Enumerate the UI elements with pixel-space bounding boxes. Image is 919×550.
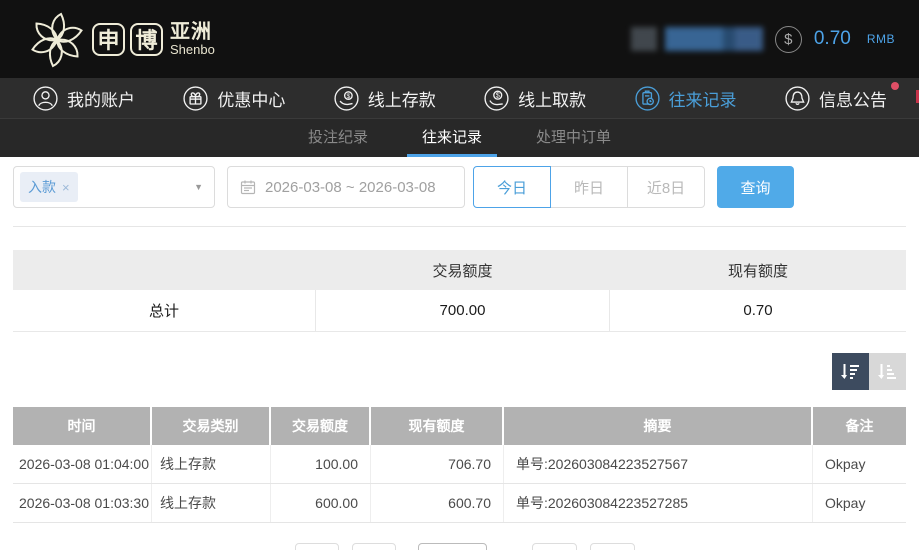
balance-amount: 0.70: [814, 28, 851, 50]
balance-coin-icon: $: [775, 26, 802, 53]
summary-table: 交易额度 现有额度 总计 700.00 0.70: [13, 250, 906, 332]
tag-label: 入款: [28, 177, 56, 197]
search-button[interactable]: 查询: [717, 166, 794, 208]
pagination-first-button[interactable]: [295, 543, 339, 550]
selected-type-tag: 入款 ×: [20, 172, 78, 202]
summary-header-row: 交易额度 现有额度: [13, 250, 906, 290]
cell-time: 2026-03-08 01:03:30: [13, 484, 152, 522]
table-row: 2026-03-08 01:04:00 线上存款 100.00 706.70 单…: [13, 445, 906, 484]
tab-bet-records[interactable]: 投注纪录: [293, 119, 383, 157]
col-header-summary: 摘要: [504, 407, 813, 445]
last-8-days-button[interactable]: 近8日: [627, 166, 705, 208]
col-header-balance: 现有额度: [371, 407, 504, 445]
date-range-input[interactable]: 2026-03-08 ~ 2026-03-08: [227, 166, 465, 208]
cell-note: Okpay: [813, 484, 906, 522]
sort-descending-button[interactable]: [832, 353, 869, 390]
flower-logo-icon: [30, 10, 84, 68]
balance-currency: RMB: [867, 32, 895, 46]
sort-asc-icon: [877, 361, 899, 383]
cell-amount: 100.00: [271, 445, 371, 483]
cell-note: Okpay: [813, 445, 906, 483]
notification-dot: [891, 82, 899, 90]
pagination-next-button[interactable]: [532, 543, 577, 550]
nav-item-transactions[interactable]: 往来记录: [634, 85, 737, 112]
nav-item-my-account[interactable]: 我的账户: [32, 85, 135, 112]
cell-balance: 706.70: [371, 445, 504, 483]
summary-header-transaction: 交易额度: [315, 250, 610, 290]
brand-subtitle: Shenbo: [170, 43, 215, 57]
tab-pending-orders[interactable]: 处理中订单: [521, 119, 626, 157]
summary-total-row: 总计 700.00 0.70: [13, 290, 906, 332]
account-area: $ 0.70 RMB: [631, 26, 895, 53]
pagination-page-select[interactable]: [418, 543, 487, 550]
nav-label: 优惠中心: [217, 86, 285, 111]
records-table: 时间 交易类别 交易额度 现有额度 摘要 备注 2026-03-08 01:04…: [13, 407, 906, 523]
filter-bar: 入款 × ▼ 2026-03-08 ~ 2026-03-08 今日 昨日 近8日…: [13, 166, 906, 208]
col-header-amount: 交易额度: [271, 407, 371, 445]
section-divider: [13, 226, 906, 227]
deposit-icon: $: [333, 85, 360, 112]
nav-label: 往来记录: [669, 86, 737, 111]
withdraw-icon: $: [483, 85, 510, 112]
pagination-prev-button[interactable]: [352, 543, 396, 550]
sort-ascending-button[interactable]: [869, 353, 906, 390]
chevron-down-icon: ▼: [194, 182, 203, 192]
pagination-last-button[interactable]: [590, 543, 635, 550]
nav-item-announcements[interactable]: 信息公告: [784, 85, 887, 112]
table-row: 2026-03-08 01:03:30 线上存款 600.00 600.70 单…: [13, 484, 906, 523]
top-header: 申 博 亚洲 Shenbo $ 0.70 RMB: [0, 0, 919, 78]
summary-total-transaction: 700.00: [315, 290, 610, 331]
yesterday-button[interactable]: 昨日: [550, 166, 628, 208]
col-header-type: 交易类别: [152, 407, 271, 445]
sort-desc-icon: [840, 361, 862, 383]
date-range-value: 2026-03-08 ~ 2026-03-08: [265, 179, 436, 196]
svg-text:$: $: [496, 90, 500, 99]
nav-label: 信息公告: [819, 86, 887, 111]
main-nav: 我的账户 优惠中心 $ 线上存款 $ 线上取款 往来记录: [0, 78, 919, 118]
record-subtabs: 投注纪录 往来记录 处理中订单: [0, 118, 919, 157]
cell-type: 线上存款: [152, 484, 271, 522]
summary-header-balance: 现有额度: [610, 250, 906, 290]
tab-transaction-records[interactable]: 往来记录: [407, 119, 497, 157]
cell-type: 线上存款: [152, 445, 271, 483]
cell-amount: 600.00: [271, 484, 371, 522]
calendar-icon: [240, 179, 256, 195]
brand-char-1: 申: [92, 23, 125, 56]
brand-logo[interactable]: 申 博 亚洲 Shenbo: [30, 10, 215, 68]
brand-char-2: 博: [130, 23, 163, 56]
col-header-note: 备注: [813, 407, 906, 445]
pagination: [0, 543, 919, 550]
col-header-time: 时间: [13, 407, 152, 445]
nav-item-withdraw[interactable]: $ 线上取款: [483, 85, 586, 112]
type-multiselect[interactable]: 入款 × ▼: [13, 166, 215, 208]
cell-time: 2026-03-08 01:04:00: [13, 445, 152, 483]
nav-label: 我的账户: [67, 86, 135, 111]
nav-label: 线上存款: [368, 86, 436, 111]
quick-range-group: 今日 昨日 近8日: [473, 166, 705, 208]
summary-header-empty: [13, 250, 315, 290]
today-button[interactable]: 今日: [473, 166, 551, 208]
cell-summary: 单号:202603084223527567: [504, 445, 813, 483]
nav-item-deposit[interactable]: $ 线上存款: [333, 85, 436, 112]
summary-total-balance: 0.70: [610, 290, 906, 331]
cell-summary: 单号:202603084223527285: [504, 484, 813, 522]
records-header-row: 时间 交易类别 交易额度 现有额度 摘要 备注: [13, 407, 906, 445]
cell-balance: 600.70: [371, 484, 504, 522]
tag-remove-icon[interactable]: ×: [62, 180, 70, 195]
svg-text:$: $: [346, 92, 350, 99]
sort-toolbar: [13, 353, 906, 390]
summary-total-label: 总计: [13, 290, 315, 331]
brand-region: 亚洲: [170, 22, 215, 43]
username-blurred: [631, 27, 763, 51]
bell-icon: [784, 85, 811, 112]
records-icon: [634, 85, 661, 112]
gift-icon: [182, 85, 209, 112]
user-icon: [32, 85, 59, 112]
nav-label: 线上取款: [518, 86, 586, 111]
nav-item-promotions[interactable]: 优惠中心: [182, 85, 285, 112]
